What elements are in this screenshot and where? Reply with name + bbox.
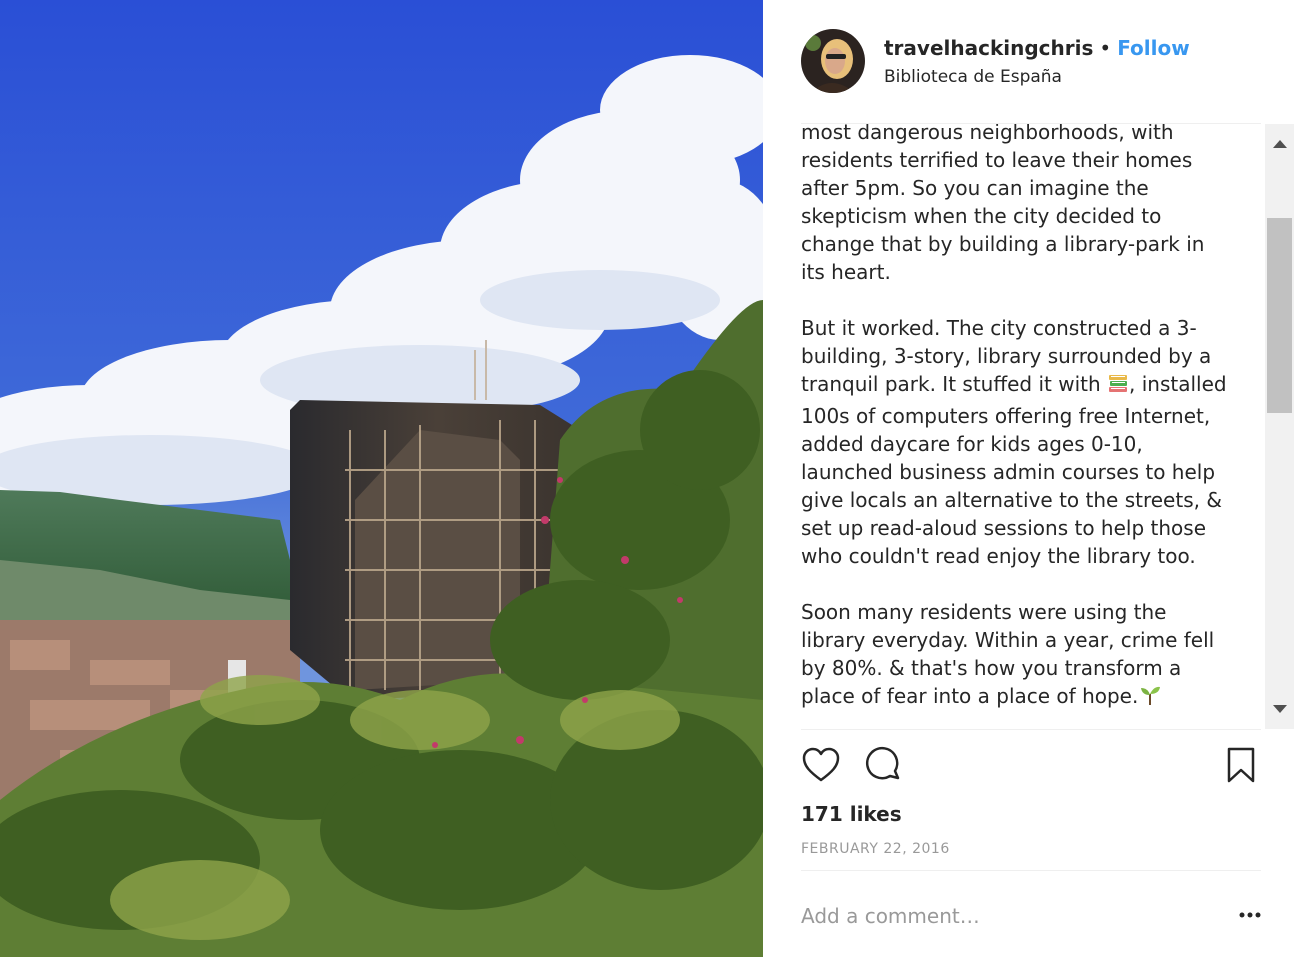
bookmark-icon[interactable] — [1221, 745, 1261, 785]
follow-button[interactable]: Follow — [1117, 36, 1190, 60]
post-photo[interactable] — [0, 0, 763, 957]
likes-count[interactable]: 171 likes — [801, 802, 902, 826]
comment-icon[interactable] — [863, 745, 903, 785]
comment-input[interactable]: Add a comment… — [801, 904, 980, 928]
caption-line: library everyday. Within a year, crime f… — [801, 628, 1215, 652]
heart-icon[interactable] — [801, 745, 841, 785]
caption-line: set up read-aloud sessions to help those — [801, 516, 1206, 540]
caption-line: residents terrified to leave their homes — [801, 148, 1193, 172]
post-date[interactable]: FEBRUARY 22, 2016 — [801, 841, 950, 857]
caption-line: most dangerous neighborhoods, with — [801, 124, 1174, 144]
user-line: travelhackingchris • Follow — [884, 36, 1190, 60]
arrow-up-icon[interactable] — [1265, 130, 1294, 158]
caption-paragraph: But it worked. The city constructed a 3-… — [801, 314, 1231, 570]
caption-line: tranquil park. It stuffed it with , inst… — [801, 370, 1231, 402]
post-side-panel: travelhackingchris • Follow Biblioteca de … — [763, 0, 1294, 957]
caption-line: by 80%. & that's how you transform a — [801, 656, 1182, 680]
caption-line: its heart. — [801, 260, 891, 284]
caption-scroll-area[interactable]: ​ most dangerous neighborhoods, with res… — [801, 124, 1261, 729]
username-link[interactable]: travelhackingchris — [884, 36, 1093, 60]
caption-line: give locals an alternative to the street… — [801, 488, 1222, 512]
caption-line: added daycare for kids ages 0-10, — [801, 432, 1143, 456]
avatar[interactable] — [801, 29, 865, 93]
caption-text-segment: tranquil park. It stuffed it with — [801, 372, 1108, 396]
location-link[interactable]: Biblioteca de España — [884, 67, 1062, 87]
caption-line: But it worked. The city constructed a 3- — [801, 316, 1197, 340]
more-icon[interactable] — [1236, 900, 1264, 930]
caption-text-segment: place of fear into a place of hope. — [801, 684, 1139, 708]
caption-paragraph: Soon many residents were using the libra… — [801, 598, 1231, 714]
books-emoji-icon — [1107, 373, 1129, 402]
separator-dot: • — [1099, 36, 1112, 60]
scrollbar-thumb[interactable] — [1267, 218, 1292, 413]
caption-text: ​ most dangerous neighborhoods, with res… — [801, 124, 1231, 729]
caption-line: change that by building a library-park i… — [801, 232, 1205, 256]
seedling-emoji-icon — [1138, 683, 1162, 714]
caption-line: place of fear into a place of hope. — [801, 682, 1231, 714]
caption-line: Soon many residents were using the — [801, 600, 1167, 624]
caption-divider — [801, 729, 1261, 730]
caption-line: 100s of computers offering free Internet… — [801, 404, 1211, 428]
caption-scrollbar[interactable] — [1265, 124, 1294, 729]
caption-line: launched business admin courses to help — [801, 460, 1216, 484]
post-modal: travelhackingchris • Follow Biblioteca de … — [0, 0, 1294, 957]
caption-paragraph: ​ most dangerous neighborhoods, with res… — [801, 124, 1231, 286]
caption-line: building, 3-story, library surrounded by… — [801, 344, 1212, 368]
caption-text-segment: , installed — [1129, 372, 1227, 396]
caption-line: after 5pm. So you can imagine the — [801, 176, 1149, 200]
post-header: travelhackingchris • Follow Biblioteca de … — [763, 0, 1294, 123]
caption-line: who couldn't read enjoy the library too. — [801, 544, 1196, 568]
caption-line: skepticism when the city decided to — [801, 204, 1162, 228]
comment-divider — [801, 870, 1261, 871]
arrow-down-icon[interactable] — [1265, 695, 1294, 723]
action-bar — [801, 745, 1261, 789]
